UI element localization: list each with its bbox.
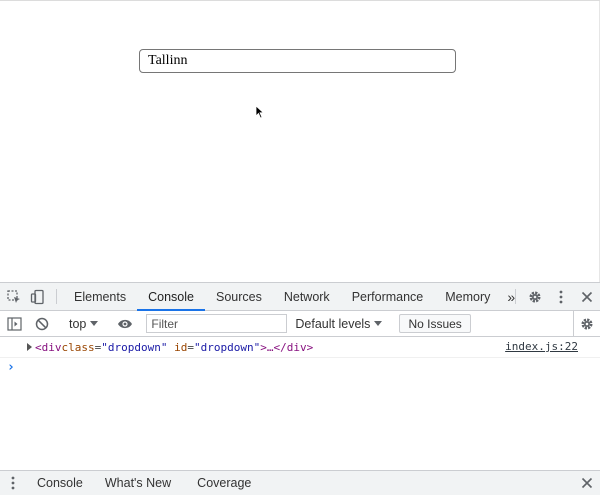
- close-devtools-icon[interactable]: [574, 283, 600, 310]
- console-log-entry[interactable]: <div class = "dropdown" id = "dropdown" >…</d…: [0, 337, 600, 358]
- context-label: top: [69, 316, 87, 331]
- close-drawer-icon[interactable]: [574, 471, 600, 495]
- drawer-tab-coverage[interactable]: Coverage: [186, 476, 262, 490]
- toolbar-divider: [56, 289, 57, 304]
- console-settings-gear-icon[interactable]: [573, 311, 600, 336]
- page-viewport: [0, 0, 600, 283]
- drawer-menu-icon[interactable]: [0, 476, 26, 490]
- tab-memory[interactable]: Memory: [434, 283, 501, 310]
- drawer-tab-whats-new[interactable]: What's New: [94, 476, 182, 490]
- live-expression-eye-icon[interactable]: [113, 318, 137, 330]
- log-tag-open: <div: [35, 340, 62, 354]
- log-attr-class-value: "dropdown": [101, 340, 168, 354]
- log-attr-id-value: "dropdown": [193, 340, 261, 354]
- issues-button[interactable]: No Issues: [399, 314, 471, 333]
- tab-performance[interactable]: Performance: [341, 283, 435, 310]
- device-toolbar-icon[interactable]: [26, 283, 50, 310]
- toolbar-divider: [515, 289, 516, 304]
- kebab-menu-icon[interactable]: [548, 283, 574, 310]
- mouse-cursor-icon: [255, 105, 265, 119]
- clear-console-icon[interactable]: [30, 317, 54, 331]
- log-tag-close: div>: [286, 340, 314, 354]
- log-attr-class-name: class: [61, 340, 95, 354]
- dropdown-arrow-icon: [374, 320, 383, 326]
- console-output: <div class = "dropdown" id = "dropdown" >…</d…: [0, 337, 600, 472]
- console-toolbar: top Default levels No Issues: [0, 311, 600, 337]
- log-tag-mid: >…</: [260, 340, 287, 354]
- tab-console[interactable]: Console: [137, 283, 205, 311]
- console-prompt-row[interactable]: ›: [0, 358, 600, 376]
- show-sidebar-icon[interactable]: [2, 316, 26, 331]
- log-attr-id-name: id: [174, 340, 188, 354]
- context-selector[interactable]: top: [63, 317, 104, 331]
- console-filter-input[interactable]: [146, 314, 288, 333]
- expand-triangle-icon[interactable]: [27, 343, 32, 351]
- log-levels-label: Default levels: [295, 316, 371, 331]
- source-link[interactable]: index.js:22: [505, 340, 578, 353]
- dropdown-arrow-icon: [90, 320, 99, 326]
- console-prompt-icon: ›: [7, 359, 15, 375]
- log-levels-dropdown[interactable]: Default levels: [287, 317, 390, 331]
- tab-elements[interactable]: Elements: [63, 283, 137, 310]
- devtools-drawer: Console What's New Coverage: [0, 470, 600, 495]
- city-input[interactable]: [139, 49, 456, 73]
- drawer-tab-console[interactable]: Console: [26, 476, 94, 490]
- settings-gear-icon[interactable]: [522, 283, 548, 310]
- tab-sources[interactable]: Sources: [205, 283, 273, 310]
- devtools-tabbar: Elements Console Sources Network Perform…: [0, 283, 600, 311]
- log-equals: =: [94, 340, 102, 354]
- tab-network[interactable]: Network: [273, 283, 341, 310]
- devtools-panel: Elements Console Sources Network Perform…: [0, 282, 600, 495]
- log-equals: =: [187, 340, 194, 354]
- inspect-element-icon[interactable]: [2, 283, 26, 310]
